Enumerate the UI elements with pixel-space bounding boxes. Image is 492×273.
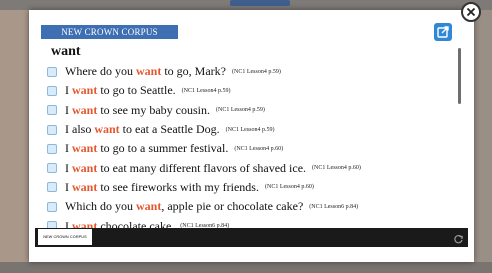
replay-button[interactable] <box>453 232 464 244</box>
source-reference: (NC1 Lesson4 p.60) <box>234 145 284 152</box>
sentence-row[interactable]: I want to go to Seattle. (NC1 Lesson4 p.5… <box>47 81 457 100</box>
sentence-text-before: I <box>65 160 72 175</box>
sentence-row[interactable]: I want to eat many different flavors of … <box>47 158 457 177</box>
sentence-text-before: I <box>65 141 72 156</box>
sentence-checkbox[interactable] <box>47 66 57 77</box>
source-reference: (NC1 Lesson4 p.59) <box>231 68 281 75</box>
keyword-highlight: want <box>72 160 98 175</box>
sentence-row[interactable]: I want to see fireworks with my friends.… <box>47 178 457 197</box>
sentence-text-before: I also <box>65 122 95 137</box>
close-icon <box>466 7 476 17</box>
background-footer <box>0 262 492 273</box>
sentence-row[interactable]: I want to go to a summer festival. (NC1 L… <box>47 139 457 158</box>
sentence-text-before: I <box>65 83 72 98</box>
sentence-row[interactable]: I want to see my baby cousin. (NC1 Lesson… <box>47 101 457 120</box>
replay-icon <box>454 235 463 244</box>
keyword-highlight: want <box>135 64 162 79</box>
keyword-highlight: want <box>94 122 120 137</box>
sentence-text-after: , apple pie or chocolate cake? <box>161 199 304 214</box>
sentence-text-before: Where do you <box>65 64 136 79</box>
keyword-heading: want <box>51 44 81 59</box>
sentence-checkbox[interactable] <box>47 143 57 154</box>
audio-player: NEW CROWN CORPUS <box>35 228 468 247</box>
sentence-text-after: to go, Mark? <box>161 64 226 79</box>
sentence-text-after: to go to a summer festival. <box>97 141 229 156</box>
sentence-list: Where do you want to go, Mark? (NC1 Lesso… <box>47 62 457 230</box>
sentence-text-after: to eat a Seattle Dog. <box>119 122 220 137</box>
export-button[interactable] <box>434 23 452 41</box>
source-reference: (NC1 Lesson4 p.60) <box>312 165 361 172</box>
sentence-text-before: I <box>65 102 72 117</box>
keyword-highlight: want <box>72 141 98 156</box>
keyword-highlight: want <box>72 83 98 98</box>
sentence-text-before: Which do you <box>65 199 136 214</box>
sentence-row[interactable]: I also want to eat a Seattle Dog. (NC1 Le… <box>47 120 457 139</box>
sentence-checkbox[interactable] <box>47 182 57 193</box>
close-button[interactable] <box>461 2 481 22</box>
keyword-highlight: want <box>72 179 98 194</box>
sentence-checkbox[interactable] <box>47 85 57 96</box>
sentence-checkbox[interactable] <box>47 105 57 116</box>
sentence-text-before: I <box>65 179 72 194</box>
player-tag: NEW CROWN CORPUS <box>38 229 92 245</box>
source-reference: (NC1 Lesson4 p.59) <box>225 126 275 133</box>
sentence-text-after: to eat many different flavors of shaved … <box>97 160 307 175</box>
source-reference: (NC1 Lesson4 p.59) <box>216 107 265 114</box>
corpus-modal: NEW CROWN CORPUS want Where do you want … <box>29 10 474 262</box>
source-reference: (NC1 Lesson6 p.84) <box>309 203 359 210</box>
sentence-row[interactable]: Where do you want to go, Mark? (NC1 Lesso… <box>47 62 457 81</box>
export-icon <box>437 26 449 38</box>
sentence-text-after: to go to Seattle. <box>97 83 176 98</box>
sentence-checkbox[interactable] <box>47 163 57 174</box>
background-sidebar <box>0 10 28 273</box>
scrollbar[interactable] <box>458 48 461 104</box>
source-reference: (NC1 Lesson4 p.59) <box>181 87 231 94</box>
corpus-label: NEW CROWN CORPUS <box>41 25 178 39</box>
keyword-highlight: want <box>72 102 98 117</box>
sentence-checkbox[interactable] <box>47 201 57 212</box>
sentence-checkbox[interactable] <box>47 124 57 135</box>
sentence-text-after: to see my baby cousin. <box>97 102 210 117</box>
sentence-row[interactable]: Which do you want, apple pie or chocolat… <box>47 197 457 216</box>
background-tab <box>230 0 290 6</box>
keyword-highlight: want <box>136 199 162 214</box>
sentence-text-after: to see fireworks with my friends. <box>97 179 259 194</box>
source-reference: (NC1 Lesson4 p.60) <box>264 184 314 191</box>
